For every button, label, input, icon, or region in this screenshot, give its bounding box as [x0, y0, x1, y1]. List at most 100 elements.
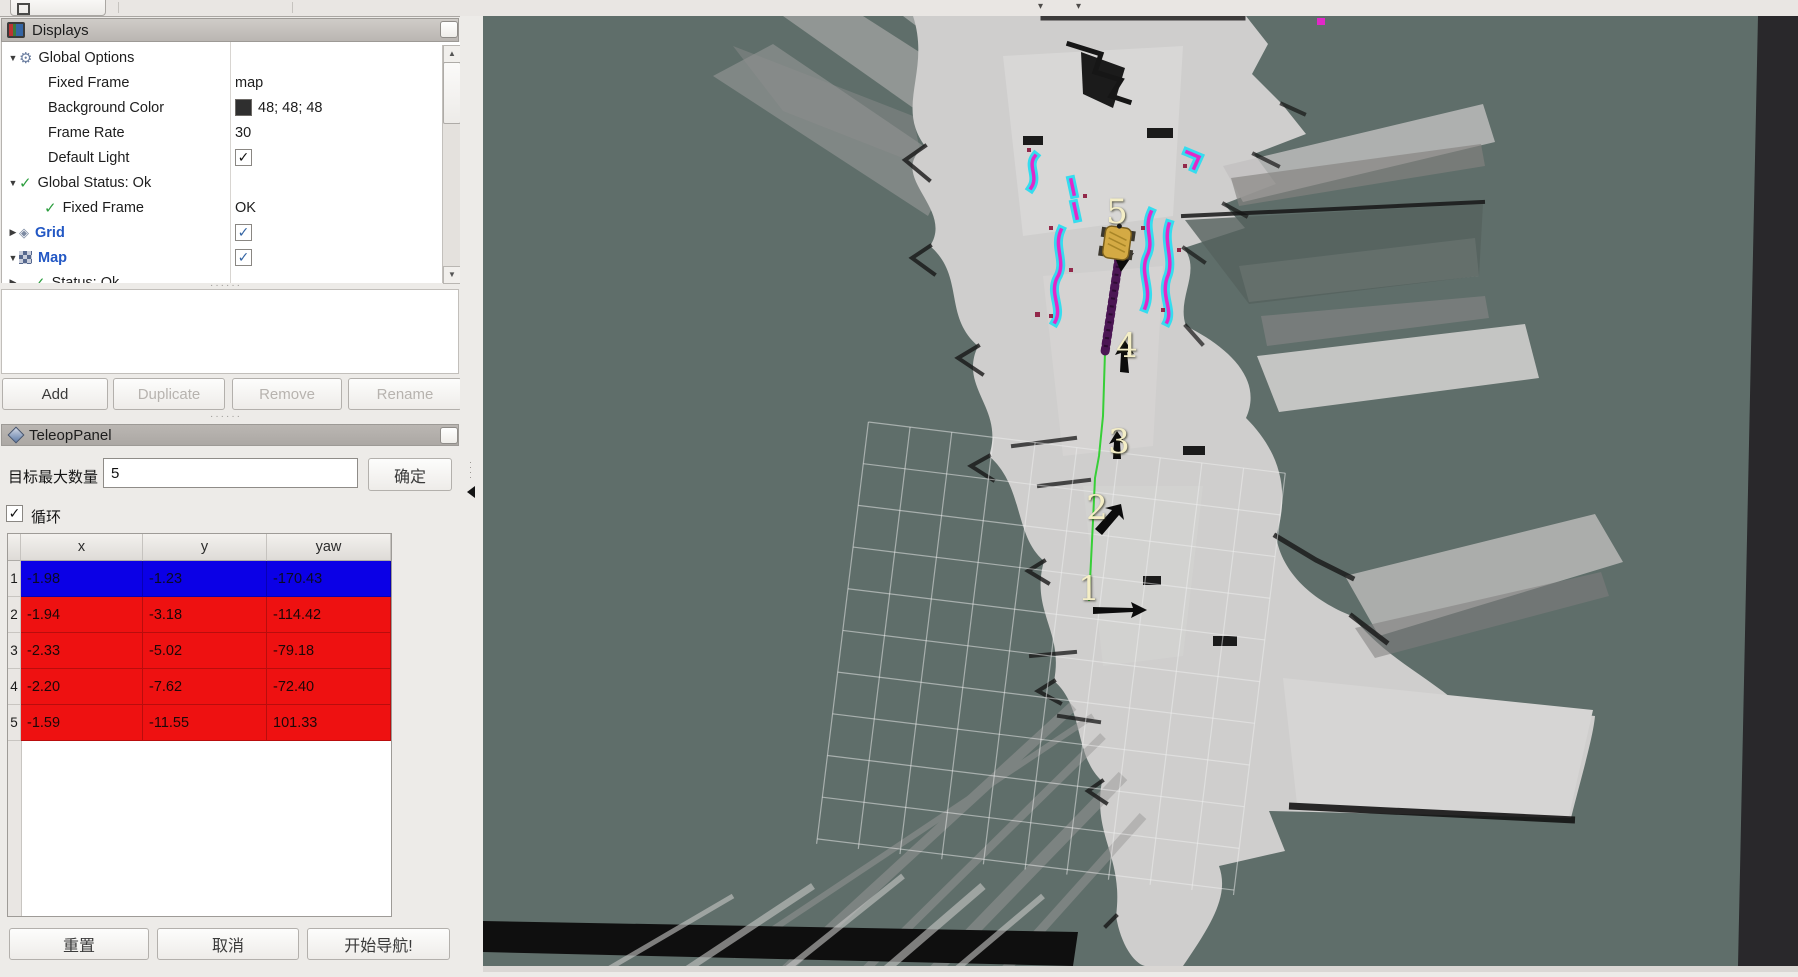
tree-value-fixed-frame[interactable]: map	[235, 70, 263, 95]
cancel-button[interactable]: 取消	[157, 928, 299, 960]
map-display-icon	[19, 251, 32, 264]
start-navigation-button[interactable]: 开始导航!	[307, 928, 450, 960]
default-light-checkbox[interactable]: ✓	[235, 149, 252, 166]
table-row[interactable]: 2 -1.94 -3.18 -114.42	[8, 597, 391, 633]
tree-row-label: Grid	[35, 225, 65, 241]
toolbar-dropdown-icon[interactable]: ▾	[1038, 1, 1043, 12]
expander-icon[interactable]: ▶	[7, 277, 19, 283]
teleop-float-button[interactable]	[440, 427, 458, 444]
cell-x: -2.20	[21, 669, 143, 705]
cell-x: -1.98	[21, 561, 143, 597]
waypoint-label-2: 2	[1086, 488, 1108, 528]
cell-x: -1.59	[21, 705, 143, 741]
max-goals-label: 目标最大数量	[8, 466, 98, 487]
tree-scrollbar[interactable]: ▲ ▼	[442, 45, 460, 283]
waypoint-table[interactable]: x y yaw 1 -1.98 -1.23 -170.43 2 -1.94 -3…	[7, 533, 392, 917]
tree-row-label: Map	[38, 250, 67, 266]
toolbar-dropdown-icon[interactable]: ▾	[1076, 1, 1081, 12]
remove-button[interactable]: Remove	[232, 378, 342, 410]
status-ok-icon: ✓	[44, 199, 57, 217]
tree-row-global-status[interactable]: ▼ ✓ Global Status: Ok	[2, 170, 443, 195]
tree-row-fixed-frame[interactable]: Fixed Frame	[2, 70, 443, 95]
tree-row-label: Frame Rate	[48, 125, 125, 141]
expander-icon[interactable]: ▶	[7, 227, 19, 238]
loop-checkbox[interactable]: ✓	[6, 505, 23, 522]
rename-button[interactable]: Rename	[348, 378, 462, 410]
tree-row-label: Fixed Frame	[63, 200, 144, 216]
confirm-button[interactable]: 确定	[368, 458, 452, 491]
column-header-y[interactable]: y	[143, 534, 267, 561]
status-ok-icon: ✓	[19, 174, 32, 192]
cell-yaw: -79.18	[267, 633, 391, 669]
add-button[interactable]: Add	[2, 378, 108, 410]
splitter-dots: ····	[469, 460, 472, 480]
teleop-panel-title: TeleopPanel	[29, 427, 112, 444]
table-row[interactable]: 1 -1.98 -1.23 -170.43	[8, 561, 391, 597]
tree-value-fixed-frame-status: OK	[235, 195, 256, 220]
table-row[interactable]: 3 -2.33 -5.02 -79.18	[8, 633, 391, 669]
reset-button[interactable]: 重置	[9, 928, 149, 960]
displays-float-button[interactable]	[440, 21, 458, 38]
teleop-panel-icon	[8, 427, 25, 444]
loop-label: 循环	[31, 506, 61, 527]
displays-icon	[7, 22, 25, 38]
waypoint-label-1: 1	[1078, 569, 1100, 609]
cell-yaw: -72.40	[267, 669, 391, 705]
tree-row-frame-rate[interactable]: Frame Rate	[2, 120, 443, 145]
table-row[interactable]: 4 -2.20 -7.62 -72.40	[8, 669, 391, 705]
expander-icon[interactable]: ▼	[7, 53, 19, 63]
column-header-x[interactable]: x	[21, 534, 143, 561]
teleop-panel-titlebar[interactable]: TeleopPanel	[1, 424, 459, 446]
tree-value-background-color[interactable]: 48; 48; 48	[235, 95, 323, 120]
scrollbar-thumb[interactable]	[443, 62, 461, 124]
cell-x: -1.94	[21, 597, 143, 633]
displays-property-tree: ▼ ⚙ Global Options Fixed Frame map Backg…	[1, 42, 461, 283]
tree-row-background-color[interactable]: Background Color	[2, 95, 443, 120]
table-corner	[8, 534, 21, 561]
tree-row-label: Global Options	[38, 50, 134, 66]
tree-row-label: Background Color	[48, 100, 164, 116]
scroll-up-icon[interactable]: ▲	[443, 45, 461, 63]
status-ok-icon: ✓	[33, 274, 46, 284]
map-enabled-checkbox[interactable]: ✓	[235, 249, 252, 266]
property-description-pane	[1, 289, 459, 374]
tree-row-default-light[interactable]: Default Light	[2, 145, 443, 170]
cell-x: -2.33	[21, 633, 143, 669]
cell-y: -11.55	[143, 705, 267, 741]
waypoint-label-3: 3	[1108, 422, 1130, 462]
interact-tool-icon	[17, 3, 30, 15]
max-goals-input[interactable]: 5	[103, 458, 358, 488]
toolbar-separator	[292, 2, 293, 13]
tree-row-fixed-frame-status[interactable]: ✓ Fixed Frame	[2, 195, 443, 220]
3d-viewport[interactable]: 1 2 3 4 5	[483, 16, 1798, 972]
collapse-panel-icon[interactable]	[467, 486, 475, 498]
column-header-yaw[interactable]: yaw	[267, 534, 391, 561]
tree-value-frame-rate[interactable]: 30	[235, 120, 251, 145]
table-header-row: x y yaw	[8, 534, 391, 561]
waypoint-label-5: 5	[1106, 192, 1128, 232]
cell-y: -3.18	[143, 597, 267, 633]
table-row[interactable]: 5 -1.59 -11.55 101.33	[8, 705, 391, 741]
tree-row-map[interactable]: ▼ Map	[2, 245, 443, 270]
displays-panel-titlebar[interactable]: Displays	[1, 18, 459, 42]
tree-row-label: Global Status: Ok	[38, 175, 152, 191]
expander-icon[interactable]: ▼	[7, 178, 19, 188]
grid-enabled-checkbox[interactable]: ✓	[235, 224, 252, 241]
duplicate-button[interactable]: Duplicate	[113, 378, 225, 410]
scroll-down-icon[interactable]: ▼	[443, 266, 461, 284]
dock-splitter[interactable]: ····	[460, 16, 483, 972]
splitter-handle[interactable]: ······	[210, 411, 242, 422]
gear-icon: ⚙	[19, 49, 32, 67]
cell-yaw: 101.33	[267, 705, 391, 741]
displays-panel-title: Displays	[32, 22, 89, 39]
tree-row-global-options[interactable]: ▼ ⚙ Global Options	[2, 45, 443, 70]
toolbar-strip: ▾ ▾	[0, 0, 1798, 17]
tree-row-grid[interactable]: ▶ ◈ Grid	[2, 220, 443, 245]
expander-icon[interactable]: ▼	[7, 253, 19, 263]
tool-button[interactable]	[10, 0, 106, 16]
cell-yaw: -170.43	[267, 561, 391, 597]
tree-row-label: Status: Ok	[52, 275, 120, 284]
cell-y: -1.23	[143, 561, 267, 597]
cell-y: -5.02	[143, 633, 267, 669]
tree-row-label: Default Light	[48, 150, 129, 166]
